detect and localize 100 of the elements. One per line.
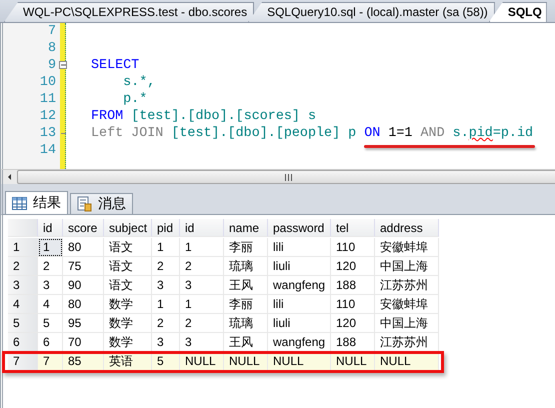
code-token: Left JOIN (91, 125, 164, 142)
table-cell: 80 (63, 295, 104, 314)
table-cell: 2 (38, 257, 63, 276)
table-cell: 120 (331, 257, 375, 276)
table-cell: 数学 (104, 295, 152, 314)
collapse-icon[interactable] (59, 61, 67, 69)
table-cell: 2 (180, 257, 224, 276)
table-cell: 数学 (104, 333, 152, 352)
code-token: [test].[dbo].[scores] s (130, 108, 316, 125)
table-cell: 1 (152, 238, 180, 257)
document-icon (77, 196, 92, 212)
table-cell: 李丽 (224, 238, 268, 257)
column-header[interactable]: score (63, 219, 104, 237)
table-cell: 语文 (104, 257, 152, 276)
row-header[interactable]: 5 (8, 314, 38, 333)
column-header[interactable]: id (180, 219, 224, 237)
line-number: 8 (48, 40, 56, 57)
table-cell: 3 (180, 333, 224, 352)
table-cell: 李丽 (224, 295, 268, 314)
code-token: p.* (122, 91, 148, 108)
table-cell: 2 (152, 314, 180, 333)
table-cell: 1 (180, 295, 224, 314)
table-cell: 琉璃 (224, 257, 268, 276)
table-cell: lili (268, 238, 331, 257)
table-cell: 70 (63, 333, 104, 352)
table-cell: 语文 (104, 238, 152, 257)
table-cell: 3 (152, 333, 180, 352)
table-cell: 江苏苏州 (375, 333, 439, 352)
row-header[interactable]: 6 (8, 333, 38, 352)
line-number: 11 (40, 91, 56, 108)
table-cell: 2 (152, 257, 180, 276)
table-cell: 王风 (224, 276, 268, 295)
document-tab[interactable]: WQL-PC\SQLEXPRESS.test - dbo.scores (4, 2, 254, 22)
table-cell: 110 (331, 238, 375, 257)
table-cell: liuli (268, 257, 331, 276)
table-cell: 90 (63, 276, 104, 295)
column-header[interactable]: name (224, 219, 268, 237)
table-cell: liuli (268, 314, 331, 333)
row-header[interactable]: 1 (8, 238, 38, 257)
grip-icon (284, 174, 292, 180)
table-cell: 6 (38, 333, 63, 352)
column-header[interactable]: address (375, 219, 439, 237)
table-cell: wangfeng (268, 276, 331, 295)
table-cell: 数学 (104, 314, 152, 333)
table-cell: 2 (180, 314, 224, 333)
document-tab[interactable]: SQLQuery10.sql - (local).master (sa (58)) (248, 2, 495, 22)
code-token: s. (452, 125, 469, 142)
column-header[interactable]: pid (152, 219, 180, 237)
column-header[interactable]: password (268, 219, 331, 237)
table-cell: 95 (63, 314, 104, 333)
code-token: SELECT (91, 57, 140, 74)
misspelled-code-token: pid (468, 125, 493, 142)
grid-icon (12, 196, 27, 210)
code-token: [test].[dbo].[people] p (170, 125, 358, 142)
code-token: s.*, (122, 74, 156, 91)
table-cell: wangfeng (268, 333, 331, 352)
table-cell: 4 (38, 295, 63, 314)
table-cell: 80 (63, 238, 104, 257)
table-cell: 3 (180, 276, 224, 295)
table-cell: 1 (38, 238, 63, 257)
table-cell: 110 (331, 295, 375, 314)
table-cell: 1 (180, 238, 224, 257)
table-cell: 188 (331, 276, 375, 295)
code-token: FROM (91, 108, 124, 125)
table-cell: 中国上海 (375, 257, 439, 276)
table-cell: 语文 (104, 276, 152, 295)
table-cell: 3 (38, 276, 63, 295)
code-token: 1=1 (387, 125, 412, 142)
line-number: 7 (48, 23, 56, 40)
table-cell: 188 (331, 333, 375, 352)
document-tab[interactable]: SQLQ (488, 2, 547, 22)
code-token: AND (420, 125, 445, 142)
table-cell: 江苏苏州 (375, 276, 439, 295)
results-tab[interactable]: 结果 (5, 191, 68, 214)
line-number: 13 (40, 125, 56, 142)
table-cell: 75 (63, 257, 104, 276)
table-cell: 安徽蚌埠 (375, 238, 439, 257)
row-header[interactable]: 3 (8, 276, 38, 295)
column-header[interactable]: tel (331, 219, 375, 237)
table-cell: 中国上海 (375, 314, 439, 333)
table-cell: 琉璃 (224, 314, 268, 333)
row-header[interactable]: 2 (8, 257, 38, 276)
line-number: 12 (40, 108, 56, 125)
line-number: 9 (48, 57, 56, 74)
column-header[interactable]: subject (104, 219, 152, 237)
code-token: ON (364, 125, 380, 142)
table-cell: 120 (331, 314, 375, 333)
table-cell: lili (268, 295, 331, 314)
results-tab[interactable]: 消息 (70, 193, 133, 214)
table-cell: 3 (152, 276, 180, 295)
table-cell: 王风 (224, 333, 268, 352)
code-token: =p.id (492, 125, 534, 142)
line-number: 14 (40, 142, 56, 159)
table-cell: 5 (38, 314, 63, 333)
table-cell: 安徽蚌埠 (375, 295, 439, 314)
table-cell: 1 (152, 295, 180, 314)
corner-cell (8, 219, 38, 237)
line-number: 10 (40, 74, 56, 91)
row-header[interactable]: 4 (8, 295, 38, 314)
column-header[interactable]: id (38, 219, 63, 237)
